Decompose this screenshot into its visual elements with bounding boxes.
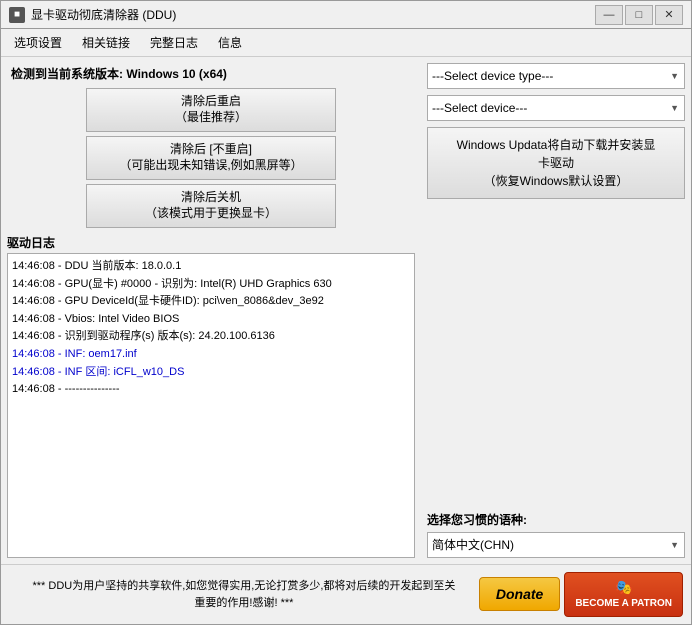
language-wrapper: 简体中文(CHN) (427, 532, 685, 558)
menu-bar: 选项设置 相关链接 完整日志 信息 (1, 29, 691, 57)
spacer (427, 205, 685, 505)
log-entry: 14:46:08 - INF 区间: iCFL_w10_DS (12, 364, 410, 382)
content-area: 检测到当前系统版本: Windows 10 (x64) 清除后重启 （最佳推荐）… (1, 57, 691, 564)
donate-button[interactable]: Donate (479, 577, 560, 611)
app-icon: ■ (9, 7, 25, 23)
clean-no-restart-button[interactable]: 清除后 [不重启] （可能出现未知错误,例如黑屏等） (86, 136, 336, 180)
windows-update-button[interactable]: Windows Updata将自动下载并安装显 卡驱动 （恢复Windows默认… (427, 127, 685, 199)
log-entry: 14:46:08 - 识别到驱动程序(s) 版本(s): 24.20.100.6… (12, 328, 410, 346)
language-section: 选择您习惯的语种: 简体中文(CHN) (427, 511, 685, 558)
log-entry: 14:46:08 - DDU 当前版本: 18.0.0.1 (12, 258, 410, 276)
title-bar-controls: — □ ✕ (595, 5, 683, 25)
maximize-button[interactable]: □ (625, 5, 653, 25)
language-select[interactable]: 简体中文(CHN) (427, 532, 685, 558)
device-select[interactable]: ---Select device--- (427, 95, 685, 121)
log-title: 驱动日志 (7, 232, 415, 253)
clean-restart-button[interactable]: 清除后重启 （最佳推荐） (86, 88, 336, 132)
bottom-bar: *** DDU为用户坚持的共享软件,如您觉得实用,无论打赏多少,都将对后续的开发… (1, 564, 691, 624)
patron-button[interactable]: 🎭 BECOME A PATRON (564, 572, 683, 617)
log-box[interactable]: 14:46:08 - DDU 当前版本: 18.0.0.1 14:46:08 -… (7, 253, 415, 558)
log-section: 驱动日志 14:46:08 - DDU 当前版本: 18.0.0.1 14:46… (7, 232, 415, 558)
menu-links[interactable]: 相关链接 (73, 31, 139, 54)
title-bar-text: 显卡驱动彻底清除器 (DDU) (31, 6, 595, 23)
system-version-value: Windows 10 (x64) (126, 67, 227, 81)
bottom-text: *** DDU为用户坚持的共享软件,如您觉得实用,无论打赏多少,都将对后续的开发… (9, 578, 479, 611)
menu-info[interactable]: 信息 (209, 31, 251, 54)
bottom-text-line1: *** DDU为用户坚持的共享软件,如您觉得实用,无论打赏多少,都将对后续的开发… (9, 578, 479, 595)
log-entry: 14:46:08 - --------------- (12, 381, 410, 399)
device-wrapper: ---Select device--- (427, 95, 685, 121)
left-panel: 检测到当前系统版本: Windows 10 (x64) 清除后重启 （最佳推荐）… (1, 57, 421, 564)
log-entry: 14:46:08 - INF: oem17.inf (12, 346, 410, 364)
title-bar: ■ 显卡驱动彻底清除器 (DDU) — □ ✕ (0, 0, 692, 28)
bottom-text-line2: 重要的作用!感谢! *** (9, 595, 479, 612)
minimize-button[interactable]: — (595, 5, 623, 25)
menu-options[interactable]: 选项设置 (5, 31, 71, 54)
device-type-wrapper: ---Select device type--- (427, 63, 685, 89)
language-label: 选择您习惯的语种: (427, 511, 685, 528)
menu-log[interactable]: 完整日志 (141, 31, 207, 54)
right-panel: ---Select device type--- ---Select devic… (421, 57, 691, 564)
log-entry: 14:46:08 - Vbios: Intel Video BIOS (12, 311, 410, 329)
log-entry: 14:46:08 - GPU DeviceId(显卡硬件ID): pci\ven… (12, 293, 410, 311)
patron-icon: 🎭 (615, 579, 632, 596)
device-type-select[interactable]: ---Select device type--- (427, 63, 685, 89)
log-entry: 14:46:08 - GPU(显卡) #0000 - 识别为: Intel(R)… (12, 276, 410, 294)
system-version: 检测到当前系统版本: Windows 10 (x64) (7, 63, 415, 84)
patron-label: BECOME A PATRON (575, 598, 672, 610)
clean-shutdown-button[interactable]: 清除后关机 （该模式用于更换显卡） (86, 184, 336, 228)
close-button[interactable]: ✕ (655, 5, 683, 25)
main-window: 选项设置 相关链接 完整日志 信息 检测到当前系统版本: Windows 10 … (0, 28, 692, 625)
bottom-buttons: Donate 🎭 BECOME A PATRON (479, 572, 683, 617)
